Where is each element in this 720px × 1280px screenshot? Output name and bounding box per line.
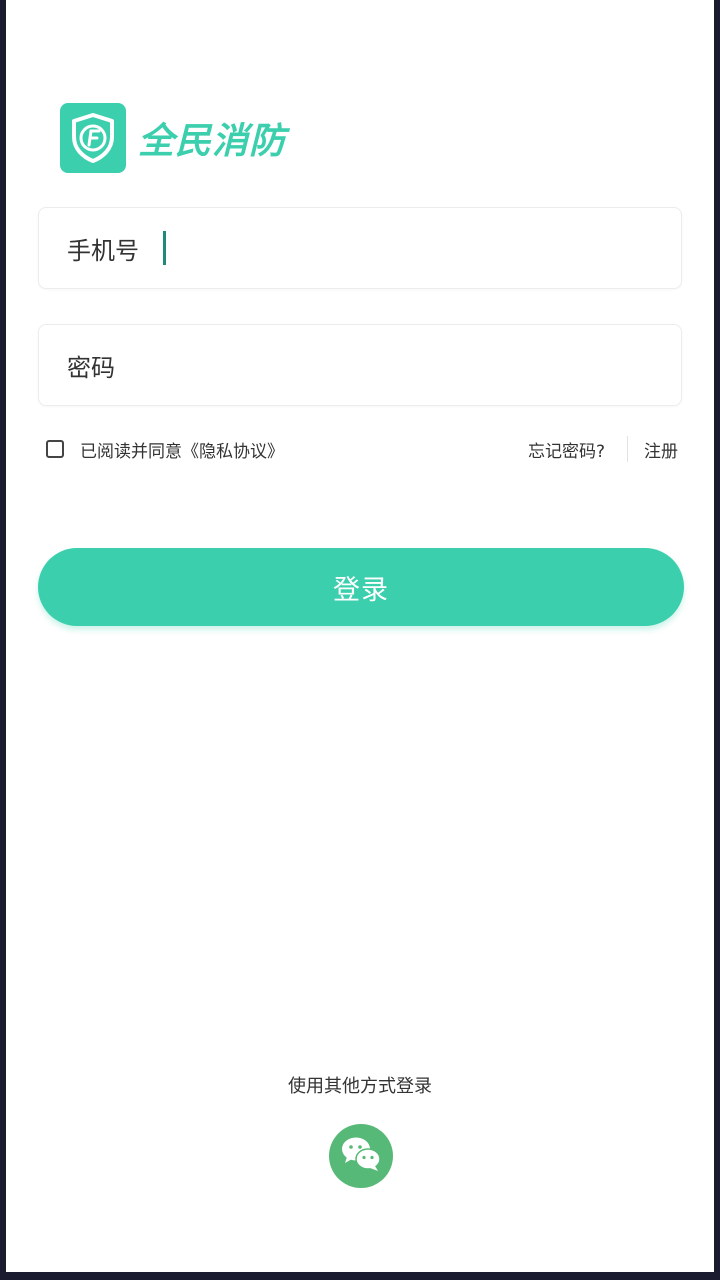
phone-field[interactable]: 手机号 — [38, 207, 682, 289]
link-divider — [627, 436, 628, 462]
password-input[interactable] — [135, 334, 681, 396]
app-name: 全民消防 — [138, 121, 287, 162]
agreement-checkbox[interactable] — [46, 440, 64, 458]
agreement-row: 已阅读并同意《隐私协议》 忘记密码? 注册 — [46, 433, 678, 465]
register-link[interactable]: 注册 — [644, 437, 678, 462]
password-field[interactable]: 密码 — [38, 324, 682, 406]
wechat-icon — [339, 1134, 383, 1178]
text-cursor — [163, 231, 166, 265]
other-login-label: 使用其他方式登录 — [288, 1076, 432, 1097]
wechat-login-button[interactable] — [329, 1124, 393, 1188]
phone-label: 手机号 — [67, 236, 139, 265]
phone-input[interactable] — [170, 217, 681, 279]
login-screen: 全民消防 手机号 密码 已阅读并同意《隐私协议》 忘记密码? 注册 登录 使用其… — [6, 0, 714, 1272]
shield-logo-icon — [60, 103, 126, 173]
account-links: 忘记密码? 注册 — [528, 436, 678, 462]
app-logo: 全民消防 — [60, 102, 286, 174]
login-button[interactable]: 登录 — [38, 548, 684, 626]
agreement-text[interactable]: 已阅读并同意《隐私协议》 — [80, 437, 284, 462]
forgot-password-link[interactable]: 忘记密码? — [528, 437, 605, 462]
password-label: 密码 — [67, 353, 115, 382]
